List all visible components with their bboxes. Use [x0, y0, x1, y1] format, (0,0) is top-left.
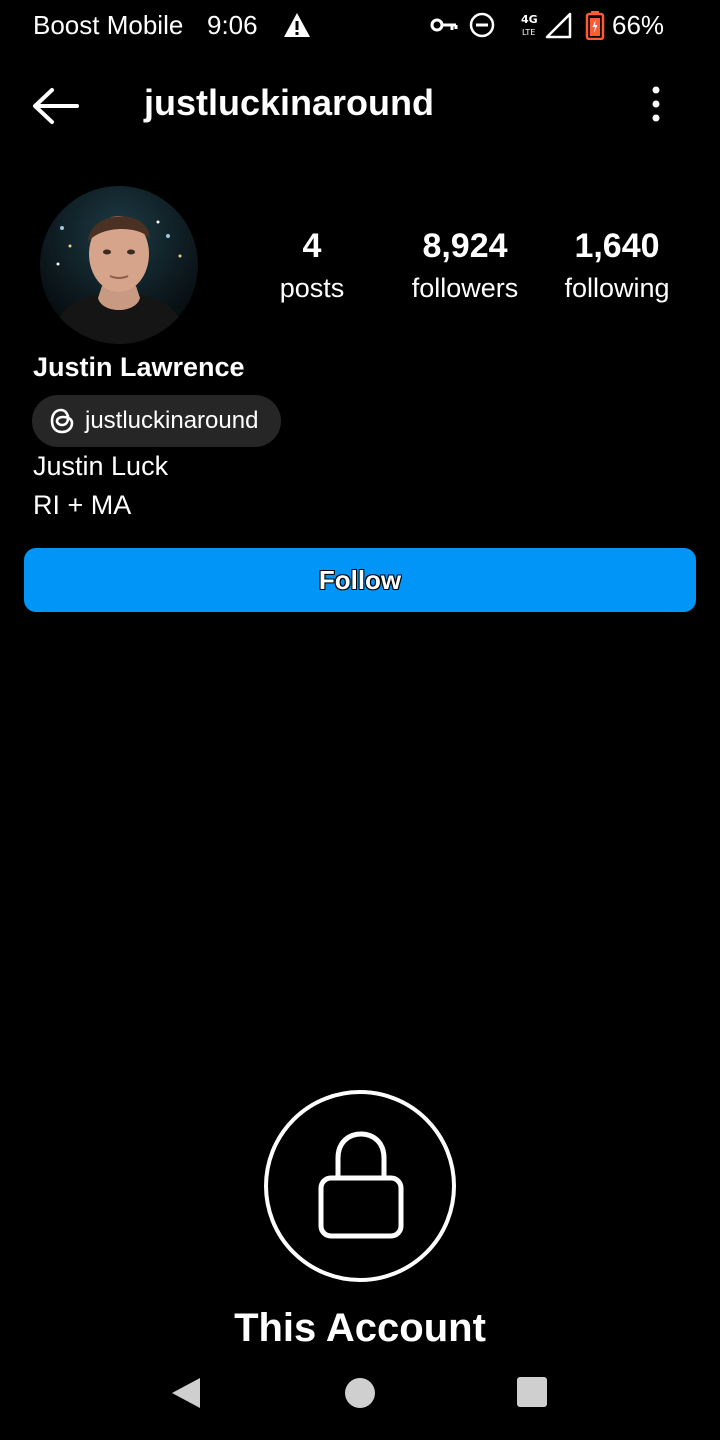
bio-line: Justin Luck [33, 451, 169, 481]
battery-icon [585, 11, 605, 40]
posts-count: 4 posts [250, 226, 374, 310]
svg-text:LTE: LTE [522, 28, 535, 37]
profile-screen: Boost Mobile 9:06 4G LTE 66% justluckina… [0, 0, 720, 1440]
status-bar: Boost Mobile 9:06 4G LTE 66% [0, 0, 720, 52]
threads-icon [50, 408, 74, 434]
carrier-name: Boost Mobile [33, 10, 184, 40]
private-lock-badge [264, 1090, 456, 1282]
vpn-key-icon [430, 18, 458, 32]
lock-icon [318, 1131, 404, 1239]
nav-recents-icon[interactable] [517, 1377, 547, 1407]
follow-button[interactable]: Follow [24, 548, 696, 612]
bio-line: RI + MA [33, 490, 132, 520]
stat-value: 4 [302, 227, 322, 265]
private-account-title: This Account [234, 1306, 486, 1343]
status-time: 9:06 [207, 10, 258, 40]
svg-text:4G: 4G [521, 13, 538, 26]
nav-back-icon[interactable] [170, 1376, 202, 1410]
threads-badge[interactable]: justluckinaround [32, 395, 281, 447]
stat-label: followers [411, 273, 519, 303]
more-vertical-icon[interactable] [640, 84, 672, 124]
threads-handle: justluckinaround [85, 407, 259, 434]
warning-icon [284, 13, 310, 37]
following-count[interactable]: 1,640 following [550, 226, 684, 310]
arrow-left-icon[interactable] [30, 84, 80, 128]
followers-count[interactable]: 8,924 followers [400, 226, 530, 310]
header-username: justluckinaround [144, 82, 435, 123]
battery-percent: 66% [612, 10, 665, 40]
nav-home-icon[interactable] [345, 1378, 375, 1408]
profile-full-name: Justin Lawrence [33, 352, 245, 382]
stat-label: posts [279, 273, 345, 303]
signal-icon: 4G LTE [521, 12, 572, 39]
private-title-clip: This Account [0, 1300, 720, 1343]
avatar-photo [40, 186, 198, 344]
stat-value: 8,924 [422, 227, 508, 265]
do-not-disturb-icon [469, 12, 495, 38]
stat-value: 1,640 [574, 227, 660, 265]
system-nav-bar [0, 1343, 720, 1440]
stat-label: following [564, 273, 670, 303]
avatar[interactable] [40, 186, 198, 344]
